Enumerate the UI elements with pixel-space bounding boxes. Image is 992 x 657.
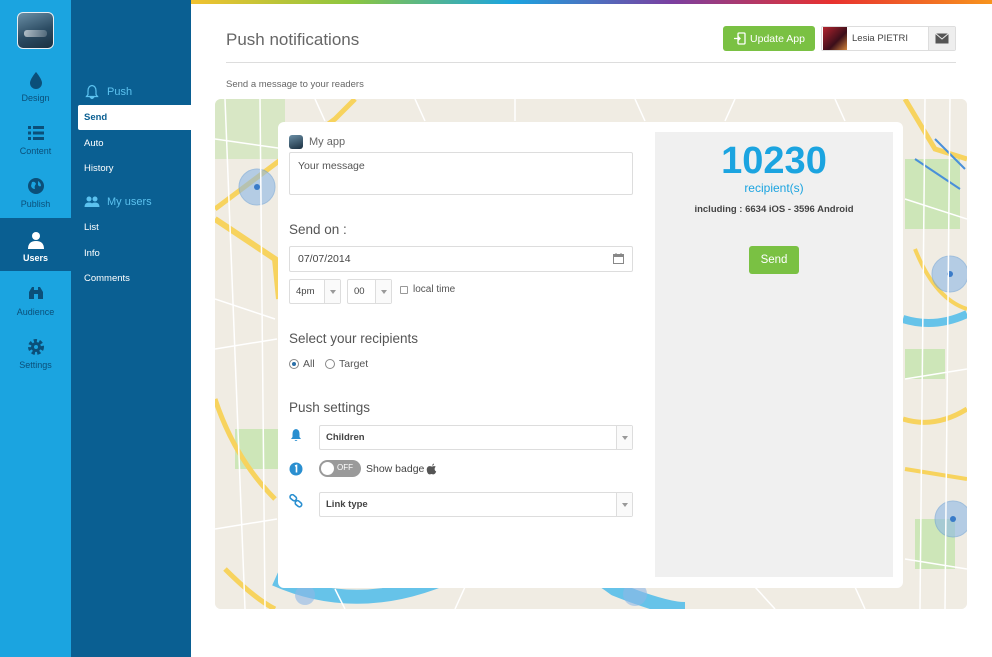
nav-item-users[interactable]: Users — [0, 218, 71, 271]
link-type-value: Link type — [326, 499, 368, 510]
message-input[interactable] — [289, 152, 633, 195]
nav-item-content[interactable]: Content — [0, 111, 71, 164]
recipient-all-radio[interactable] — [289, 359, 299, 369]
bell-icon — [291, 429, 301, 441]
user-icon — [0, 230, 71, 252]
local-time-label: local time — [413, 284, 456, 295]
chevron-down-icon — [324, 280, 340, 303]
nav-item-label: Publish — [20, 199, 51, 209]
recipient-target-label: Target — [339, 358, 369, 370]
nav-item-label: Content — [19, 146, 52, 156]
app-icon — [289, 135, 303, 149]
badge-number-icon — [289, 462, 303, 476]
recipient-count-label: recipient(s) — [744, 181, 804, 195]
app-window: Design Content Publish Users Audience Se… — [0, 0, 992, 657]
app-name: My app — [309, 136, 346, 148]
link-type-select[interactable]: Link type — [319, 492, 633, 517]
nav-item-publish[interactable]: Publish — [0, 164, 71, 217]
page-title: Push notifications — [226, 30, 360, 49]
header-divider — [226, 62, 956, 63]
app-logo[interactable] — [17, 12, 54, 49]
users-icon — [84, 196, 100, 207]
minute-select[interactable]: 00 — [347, 279, 392, 304]
users-section-heading: My users — [84, 192, 152, 212]
device-update-icon — [734, 32, 746, 45]
subnav-item-info[interactable]: Info — [78, 241, 191, 266]
minute-value: 00 — [354, 286, 365, 297]
chevron-down-icon — [375, 280, 391, 303]
bell-icon — [85, 84, 99, 100]
avatar — [823, 27, 847, 50]
toggle-knob — [321, 462, 334, 475]
hour-value: 4pm — [296, 286, 315, 297]
top-color-bar — [191, 0, 992, 4]
apple-icon — [427, 463, 437, 475]
show-badge-text: Show badge — [366, 463, 425, 475]
subnav-item-history[interactable]: History — [78, 156, 191, 181]
link-icon — [289, 494, 303, 508]
app-identity: My app — [289, 135, 345, 149]
update-app-label: Update App — [750, 32, 805, 45]
push-heading-label: Push — [107, 86, 133, 98]
subnav-item-auto[interactable]: Auto — [78, 131, 191, 156]
chevron-down-icon — [616, 426, 632, 449]
messages-button[interactable] — [928, 27, 955, 50]
chevron-down-icon — [616, 493, 632, 516]
push-section-heading: Push — [84, 82, 132, 102]
subnav-item-comments[interactable]: Comments — [78, 266, 191, 291]
subnav-item-send[interactable]: Send — [78, 105, 191, 130]
push-settings-heading: Push settings — [289, 400, 371, 415]
envelope-icon — [935, 33, 949, 44]
drop-icon — [0, 70, 71, 92]
users-heading-label: My users — [107, 196, 152, 208]
nav-item-label: Users — [22, 253, 49, 263]
list-icon — [0, 123, 71, 145]
nav-item-design[interactable]: Design — [0, 58, 71, 111]
local-time-checkbox[interactable] — [400, 286, 408, 294]
update-app-button[interactable]: Update App — [723, 26, 815, 51]
recipients-summary: 10230 recipient(s) including : 6634 iOS … — [655, 132, 893, 577]
toggle-state: OFF — [337, 463, 353, 472]
nav-item-label: Audience — [16, 307, 55, 317]
recipient-count: 10230 — [721, 140, 827, 182]
recipient-target-radio[interactable] — [325, 359, 335, 369]
globe-icon — [0, 176, 71, 198]
date-value: 07/07/2014 — [298, 253, 351, 265]
send-on-heading: Send on : — [289, 222, 347, 237]
user-menu[interactable]: Lesia PIETRI — [821, 26, 956, 51]
binoculars-icon — [0, 284, 71, 306]
subnav-item-list[interactable]: List — [78, 215, 191, 240]
recipients-heading: Select your recipients — [289, 331, 419, 346]
recipient-breakdown: including : 6634 iOS - 3596 Android — [694, 204, 854, 215]
send-button[interactable]: Send — [749, 246, 799, 274]
hour-select[interactable]: 4pm — [289, 279, 341, 304]
main-nav-rail: Design Content Publish Users Audience Se… — [0, 0, 71, 657]
nav-item-label: Settings — [19, 360, 52, 370]
gear-icon — [0, 337, 71, 359]
sound-value: Children — [326, 432, 365, 443]
recipient-all-label: All — [303, 358, 315, 370]
page-subtitle: Send a message to your readers — [226, 79, 364, 90]
sub-nav: Push Send Auto History My users List Inf… — [71, 0, 191, 657]
nav-item-settings[interactable]: Settings — [0, 325, 71, 378]
date-input[interactable]: 07/07/2014 — [289, 246, 633, 272]
show-badge-toggle[interactable]: OFF — [319, 460, 361, 477]
nav-item-label: Design — [21, 93, 50, 103]
nav-item-audience[interactable]: Audience — [0, 272, 71, 325]
calendar-icon[interactable] — [613, 253, 624, 264]
show-badge-label: Show badge — [366, 463, 437, 475]
sound-select[interactable]: Children — [319, 425, 633, 450]
user-name: Lesia PIETRI — [852, 33, 908, 44]
